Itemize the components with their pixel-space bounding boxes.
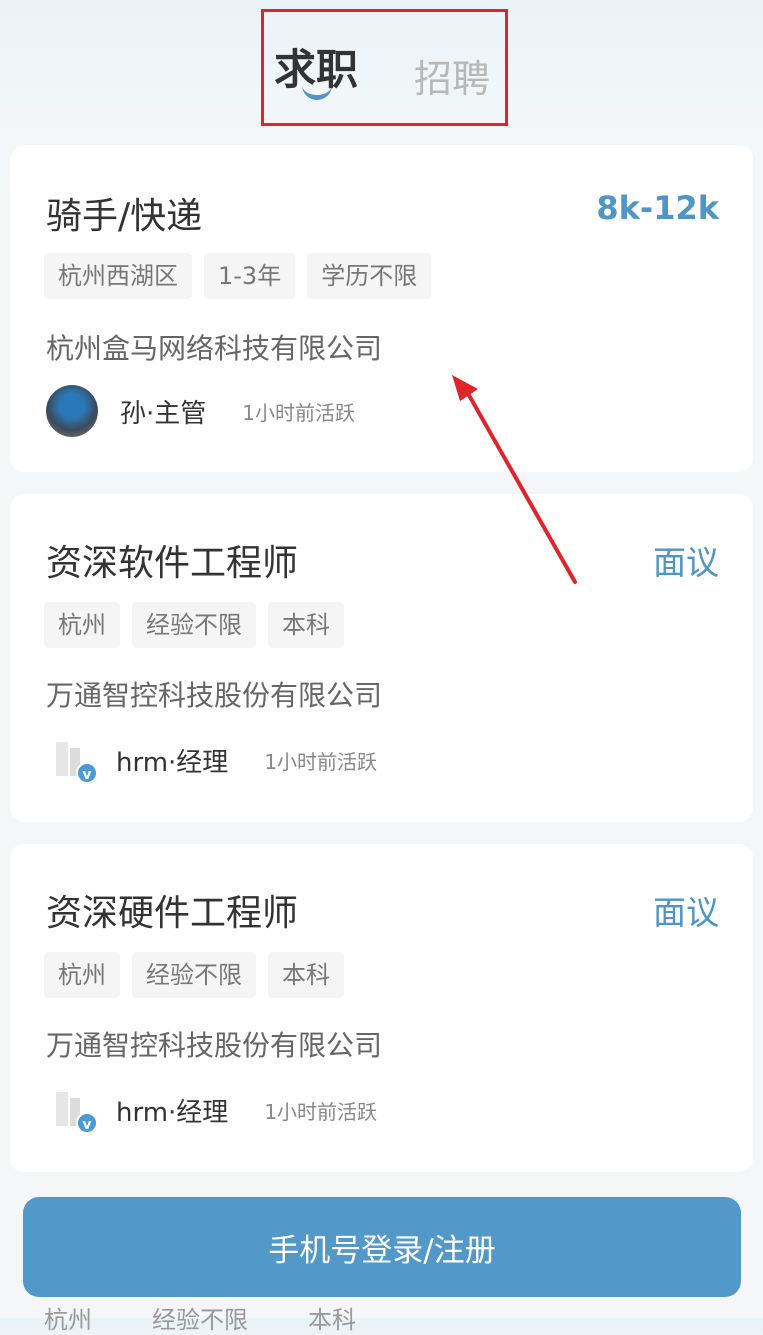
recruiter-info: v hrm·经理 1小时前活跃 (46, 738, 378, 784)
avatar: v (50, 1088, 98, 1134)
active-status: 1小时前活跃 (242, 400, 355, 425)
job-card[interactable]: 资深软件工程师 面议 杭州 经验不限 本科 万通智控科技股份有限公司 v hrm… (10, 494, 753, 822)
avatar (46, 385, 98, 437)
recruiter-name: hrm·经理 (116, 747, 229, 778)
top-tab-bar: 求职 招聘 (0, 0, 763, 140)
tag-location: 杭州 (44, 952, 120, 998)
avatar: v (50, 738, 98, 784)
active-status: 1小时前活跃 (264, 749, 378, 774)
job-card[interactable]: 骑手/快递 8k-12k 杭州西湖区 1-3年 学历不限 杭州盒马网络科技有限公… (10, 145, 753, 472)
company-name: 万通智控科技股份有限公司 (46, 1029, 383, 1062)
active-status: 1小时前活跃 (264, 1099, 378, 1124)
salary: 面议 (653, 543, 719, 582)
job-title: 骑手/快递 (46, 196, 203, 237)
highlight-box (261, 9, 508, 126)
job-title: 资深软件工程师 (46, 543, 299, 584)
job-tags: 杭州西湖区 1-3年 学历不限 (44, 253, 443, 299)
job-card[interactable]: 资深硬件工程师 面议 杭州 经验不限 本科 万通智控科技股份有限公司 v hrm… (10, 844, 753, 1172)
phone-login-button[interactable]: 手机号登录/注册 (23, 1197, 741, 1297)
tag-education: 学历不限 (307, 253, 432, 299)
tag-experience: 经验不限 (132, 602, 256, 648)
verified-icon: v (76, 1112, 98, 1134)
verified-icon: v (76, 762, 98, 784)
company-name: 杭州盒马网络科技有限公司 (46, 332, 383, 365)
tag-education: 本科 (268, 952, 344, 998)
recruiter-name: hrm·经理 (116, 1097, 229, 1128)
tag-location: 杭州 (44, 602, 120, 648)
salary: 8k-12k (596, 189, 719, 227)
tag-education: 本科 (268, 602, 344, 648)
tag-location: 杭州西湖区 (44, 253, 192, 299)
tag-experience: 1-3年 (204, 253, 296, 299)
tag-experience: 经验不限 (132, 952, 256, 998)
salary: 面议 (653, 893, 719, 932)
company-name: 万通智控科技股份有限公司 (46, 679, 383, 712)
job-title: 资深硬件工程师 (46, 893, 299, 934)
job-tags: 杭州 经验不限 本科 (44, 602, 356, 648)
recruiter-info: 孙·主管 1小时前活跃 (46, 385, 355, 437)
recruiter-info: v hrm·经理 1小时前活跃 (46, 1088, 378, 1134)
recruiter-name: 孙·主管 (120, 398, 207, 429)
job-tags: 杭州 经验不限 本科 (44, 952, 356, 998)
